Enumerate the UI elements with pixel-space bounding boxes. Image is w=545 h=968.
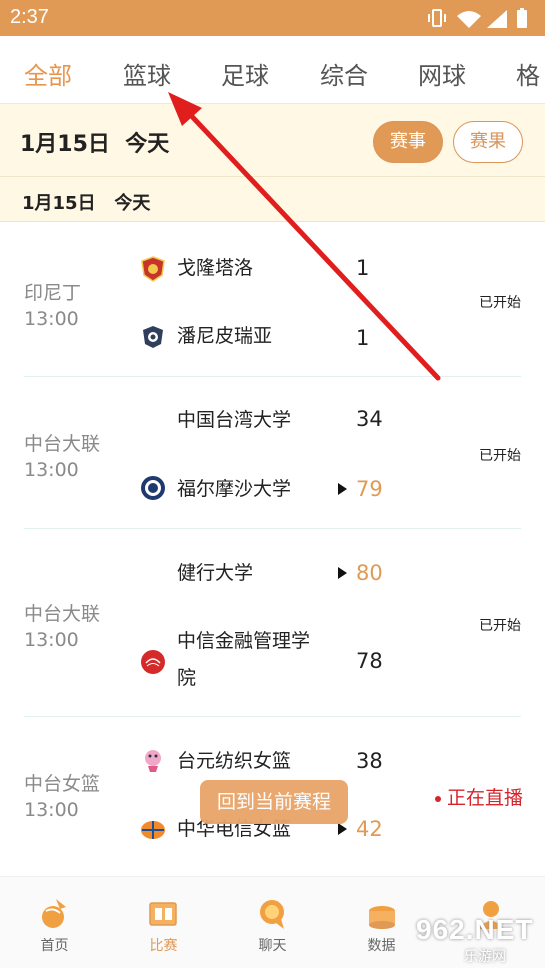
matches-icon: [149, 902, 177, 926]
match-time: 13:00: [24, 799, 79, 821]
away-team-line2: 院: [177, 667, 197, 689]
back-to-current-button[interactable]: 回到当前赛程: [200, 780, 348, 824]
match-status: 已开始: [479, 448, 521, 464]
live-label: 正在直播: [446, 787, 523, 809]
home-team: 健行大学: [177, 562, 254, 584]
home-team: 戈隆塔洛: [177, 257, 254, 279]
leading-arrow-icon: [338, 567, 347, 579]
date-label: 1月15日: [20, 132, 110, 157]
home-score: 80: [356, 561, 383, 585]
match-status: 已开始: [479, 618, 521, 634]
home-team: 台元纺织女篮: [177, 750, 292, 772]
chat-icon: [260, 900, 284, 929]
league-name: 中台女篮: [24, 773, 101, 795]
nav-home[interactable]: 首页: [0, 877, 109, 968]
tab-tennis[interactable]: 网球: [418, 56, 466, 91]
home-icon: [42, 899, 66, 928]
leading-arrow-icon: [338, 483, 347, 495]
match-time: 13:00: [24, 459, 79, 481]
status-time: 2:37: [10, 6, 49, 28]
home-score: 1: [356, 256, 370, 280]
sub-day-label: 今天: [114, 193, 151, 214]
battery-icon: [517, 8, 527, 28]
status-bar: 2:37: [0, 0, 545, 36]
live-status[interactable]: 正在直播: [434, 783, 523, 810]
vibrate-icon: [428, 9, 446, 27]
day-label: 今天: [125, 132, 170, 157]
team-logo-icon: [143, 326, 163, 348]
tab-football[interactable]: 足球: [221, 56, 269, 91]
match-row[interactable]: 中台大联 13:00 中国台湾大学 34 福尔摩沙大学 79 已开始: [0, 377, 545, 529]
team-logo-icon: [141, 650, 165, 674]
live-dot-icon: [434, 795, 441, 802]
away-score: 42: [356, 817, 383, 841]
home-score: 38: [356, 749, 383, 773]
team-logo-icon: [141, 256, 165, 282]
sub-date-header: 1月15日 今天: [0, 176, 545, 222]
away-team: 中信金融管理学 院: [177, 625, 327, 695]
tab-basketball[interactable]: 篮球: [123, 56, 171, 91]
tab-comprehensive[interactable]: 综合: [320, 56, 368, 91]
sub-date-label: 1月15日: [22, 193, 96, 214]
team-logo-icon: [141, 476, 165, 500]
watermark: 962.NET 乐游网: [400, 912, 545, 968]
away-score: 78: [356, 649, 383, 673]
wifi-icon: [457, 11, 481, 28]
away-team: 潘尼皮瑞亚: [177, 325, 273, 347]
team-logo-icon: [141, 821, 165, 839]
match-row[interactable]: 中台大联 13:00 健行大学 80 中信金融管理学 院 78 已开始: [0, 529, 545, 717]
results-button[interactable]: 赛果: [453, 121, 523, 163]
sport-tabs: 全部 篮球 足球 综合 网球 格: [0, 36, 545, 104]
nav-chat-label: 聊天: [258, 938, 287, 954]
match-time: 13:00: [24, 308, 79, 330]
match-status: 已开始: [479, 295, 521, 311]
events-button[interactable]: 赛事: [373, 121, 443, 163]
tab-all[interactable]: 全部: [24, 56, 72, 91]
league-name: 印尼丁: [24, 282, 82, 304]
sub-date-title: 1月15日 今天: [22, 189, 150, 215]
status-icons: [428, 8, 527, 28]
team-logo-icon: [145, 750, 161, 772]
home-score: 34: [356, 407, 383, 431]
away-team-line1: 中信金融管理学: [177, 630, 311, 652]
home-team: 中国台湾大学: [177, 409, 292, 431]
away-team: 福尔摩沙大学: [177, 478, 292, 500]
watermark-logo: 962.NET: [416, 914, 534, 945]
nav-chat[interactable]: 聊天: [218, 877, 327, 968]
watermark-site: 乐游网: [464, 949, 506, 965]
match-time: 13:00: [24, 629, 79, 651]
match-row[interactable]: 印尼丁 13:00 戈隆塔洛 1 潘尼皮瑞亚 1 已开始: [0, 222, 545, 377]
signal-icon: [487, 10, 507, 28]
league-name: 中台大联: [24, 433, 101, 455]
nav-home-label: 首页: [40, 938, 69, 954]
away-score: 79: [356, 477, 383, 501]
date-header: 1月15日 今天 赛事 赛果: [0, 104, 545, 176]
data-icon: [369, 906, 395, 929]
league-name: 中台大联: [24, 603, 101, 625]
date-title: 1月15日 今天: [20, 126, 169, 158]
leading-arrow-icon: [338, 823, 347, 835]
nav-matches[interactable]: 比赛: [109, 877, 218, 968]
nav-matches-label: 比赛: [149, 938, 178, 954]
tab-combat[interactable]: 格: [516, 56, 540, 91]
away-score: 1: [356, 326, 370, 350]
